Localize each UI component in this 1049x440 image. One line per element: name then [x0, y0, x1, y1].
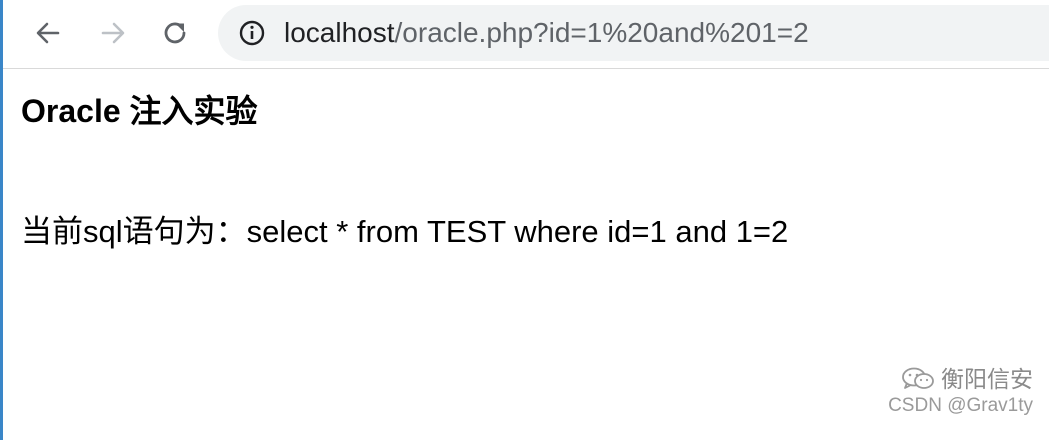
info-icon[interactable]	[238, 19, 266, 47]
sql-statement-text: 当前sql语句为：select * from TEST where id=1 a…	[21, 214, 789, 249]
url-path: /oracle.php?id=1%20and%201=2	[394, 17, 809, 48]
reload-button[interactable]	[155, 13, 195, 53]
url-host: localhost	[284, 17, 395, 48]
url-text[interactable]: localhost/oracle.php?id=1%20and%201=2	[284, 16, 809, 50]
wechat-icon	[902, 367, 934, 389]
watermark-csdn: CSDN @Grav1ty	[888, 395, 1033, 416]
watermark-account-row: 衡阳信安	[888, 365, 1033, 393]
reload-icon	[164, 22, 186, 44]
browser-toolbar: localhost/oracle.php?id=1%20and%201=2	[3, 0, 1049, 69]
page-title: Oracle 注入实验	[21, 93, 258, 129]
watermark: 衡阳信安 CSDN @Grav1ty	[888, 365, 1033, 419]
address-bar[interactable]: localhost/oracle.php?id=1%20and%201=2	[218, 5, 1049, 61]
back-arrow-icon	[36, 22, 60, 44]
forward-arrow-icon	[101, 22, 125, 44]
forward-button[interactable]	[93, 13, 133, 53]
back-button[interactable]	[28, 13, 68, 53]
page-content: Oracle 注入实验 当前sql语句为：select * from TEST …	[3, 69, 1049, 440]
watermark-account-name: 衡阳信安	[941, 366, 1033, 392]
